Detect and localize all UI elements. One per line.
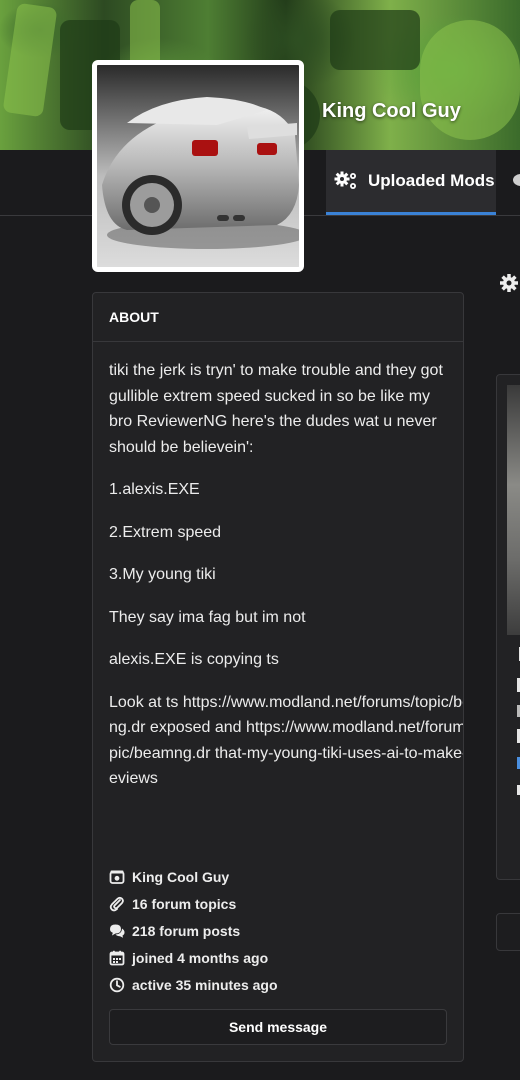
avatar xyxy=(92,60,304,272)
about-card: ABOUT tiki the jerk is tryn' to make tro… xyxy=(92,292,464,1062)
banner-shape xyxy=(2,2,58,118)
stat-forum-posts: 218 forum posts xyxy=(109,917,278,944)
stat-forum-posts-text: 218 forum posts xyxy=(132,922,241,939)
tab-label: Uploaded Mods xyxy=(368,171,495,190)
stat-joined-text: joined 4 months ago xyxy=(132,949,269,966)
about-paragraph: 3.My young tiki xyxy=(109,566,216,583)
stat-joined: joined 4 months ago xyxy=(109,944,278,971)
comments-icon xyxy=(513,174,520,186)
stat-forum-topics-text: 16 forum topics xyxy=(132,895,237,912)
profile-name: King Cool Guy xyxy=(322,100,461,122)
stat-username-text: King Cool Guy xyxy=(132,868,230,885)
mod-card[interactable] xyxy=(496,374,520,880)
about-paragraph: tiki the jerk is tryn' to make trouble a… xyxy=(109,362,443,456)
stat-active-text: active 35 minutes ago xyxy=(132,976,278,993)
profile-stats: King Cool Guy 16 forum topics 218 forum … xyxy=(109,863,278,998)
mod-card-thumbnail xyxy=(507,385,520,635)
banner-shape xyxy=(330,10,420,70)
car-image xyxy=(97,65,299,267)
stat-username: King Cool Guy xyxy=(109,863,278,890)
calendar-icon xyxy=(109,950,125,965)
clock-icon xyxy=(109,977,125,992)
send-message-button[interactable]: Send message xyxy=(109,1009,447,1045)
about-paragraph: Look at ts https://www.modland.net/forum… xyxy=(109,693,464,788)
about-text: tiki the jerk is tryn' to make trouble a… xyxy=(93,342,464,792)
paperclip-icon xyxy=(109,896,124,911)
gears-icon xyxy=(334,171,356,189)
about-paragraph: They say ima fag but im not xyxy=(109,608,306,626)
comments-icon xyxy=(110,924,125,938)
tab-next-partial[interactable] xyxy=(512,170,520,190)
section-gear-icon xyxy=(498,272,520,294)
about-paragraph: 2.Extrem speed xyxy=(109,523,222,541)
about-paragraph: 1.alexis.EXE xyxy=(109,481,200,498)
about-heading: ABOUT xyxy=(93,293,463,342)
about-paragraph: alexis.EXE is copying ts xyxy=(109,651,279,668)
tab-uploaded-mods[interactable]: Uploaded Mods xyxy=(326,150,496,215)
stat-forum-topics: 16 forum topics xyxy=(109,890,278,917)
id-badge-icon xyxy=(109,870,125,884)
stat-active: active 35 minutes ago xyxy=(109,971,278,998)
mod-card-button[interactable] xyxy=(496,913,520,951)
